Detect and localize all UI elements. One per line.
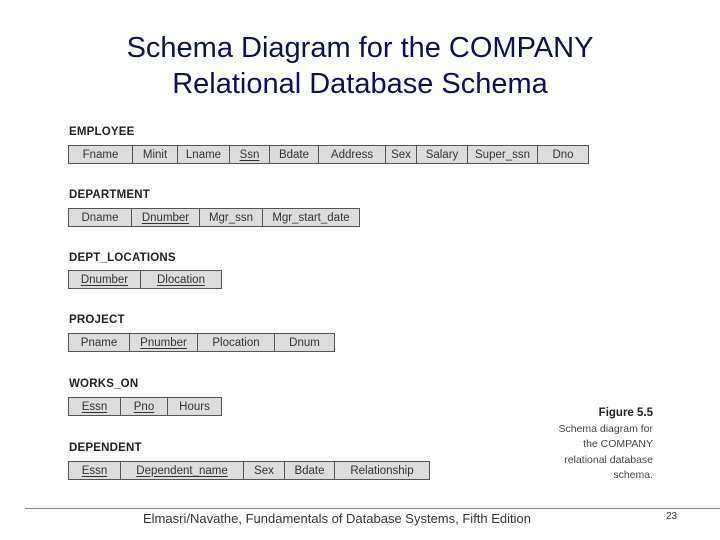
relation-project: Pname Pnumber Plocation Dnum [68, 333, 335, 352]
attribute-label: Pname [80, 336, 118, 349]
slide-title: Schema Diagram for the COMPANY Relationa… [0, 30, 720, 102]
attribute-label: Minit [142, 148, 168, 161]
relation-department: Dname Dnumber Mgr_ssn Mgr_start_date [68, 208, 360, 227]
attribute-sex: Sex [244, 462, 285, 479]
attribute-super-ssn: Super_ssn [468, 146, 538, 163]
attribute-label: Lname [185, 148, 222, 161]
caption-line: relational database [564, 453, 653, 466]
attribute-minit: Minit [133, 146, 178, 163]
attribute-bdate: Bdate [285, 462, 335, 479]
attribute-lname: Lname [178, 146, 230, 163]
attribute-label: Super_ssn [475, 148, 530, 161]
figure-label: Figure 5.5 [598, 407, 653, 419]
caption-line: the COMPANY [583, 438, 653, 450]
relation-dept-locations: Dnumber Dlocation [68, 270, 222, 289]
relation-name-works-on: WORKS_ON [69, 378, 139, 390]
attribute-label: Relationship [350, 464, 414, 477]
attribute-pnumber: Pnumber [130, 334, 198, 351]
footer-divider [25, 508, 720, 509]
attribute-fname: Fname [69, 146, 133, 163]
relation-name-dependent: DEPENDENT [69, 442, 142, 454]
attribute-label: Mgr_ssn [208, 211, 254, 224]
attribute-label: Dno [552, 148, 574, 161]
attribute-plocation: Plocation [198, 334, 275, 351]
attribute-dname: Dname [69, 209, 132, 226]
caption-line: schema. [613, 469, 653, 481]
primary-key-label: Pno [133, 400, 155, 413]
attribute-dlocation: Dlocation [141, 271, 221, 288]
attribute-label: Dname [81, 211, 119, 224]
primary-key-label: Dlocation [157, 273, 205, 286]
attribute-sex: Sex [386, 146, 417, 163]
attribute-label: Plocation [212, 336, 260, 349]
attribute-address: Address [319, 146, 386, 163]
attribute-ssn: Ssn [230, 146, 270, 163]
primary-key-label: Dnumber [141, 211, 190, 224]
attribute-mgr-ssn: Mgr_ssn [200, 209, 263, 226]
attribute-label: Sex [254, 464, 274, 477]
primary-key-label: Pnumber [140, 336, 187, 349]
attribute-essn: Essn [69, 398, 121, 415]
attribute-dnum: Dnum [275, 334, 334, 351]
attribute-dnumber: Dnumber [132, 209, 200, 226]
primary-key-label: Essn [81, 464, 108, 477]
primary-key-label: Dependent_name [136, 464, 228, 477]
attribute-relationship: Relationship [335, 462, 429, 479]
slide-title-line-2: Relational Database Schema [172, 68, 548, 100]
attribute-dno: Dno [538, 146, 588, 163]
primary-key-label: Dnumber [80, 273, 129, 286]
attribute-label: Dnum [289, 336, 320, 349]
relation-name-project: PROJECT [69, 314, 125, 326]
relation-name-dept-locations: DEPT_LOCATIONS [69, 252, 176, 264]
footer-citation: Elmasri/Navathe, Fundamentals of Databas… [143, 511, 532, 526]
attribute-mgr-start-date: Mgr_start_date [263, 209, 359, 226]
attribute-label: Fname [82, 148, 119, 161]
figure-caption: Figure 5.5 Schema diagram for the COMPAN… [558, 406, 653, 484]
attribute-label: Sex [391, 148, 411, 161]
attribute-label: Mgr_start_date [272, 211, 350, 224]
attribute-label: Hours [179, 400, 210, 413]
attribute-essn: Essn [69, 462, 121, 479]
attribute-label: Salary [425, 148, 459, 161]
attribute-label: Address [330, 148, 374, 161]
attribute-pno: Pno [121, 398, 168, 415]
attribute-pname: Pname [69, 334, 130, 351]
attribute-dnumber: Dnumber [69, 271, 141, 288]
primary-key-label: Essn [81, 400, 108, 413]
attribute-salary: Salary [417, 146, 468, 163]
attribute-hours: Hours [168, 398, 221, 415]
attribute-dependent-name: Dependent_name [121, 462, 244, 479]
slide-title-line-1: Schema Diagram for the COMPANY [126, 32, 594, 64]
page-number: 23 [666, 511, 678, 522]
primary-key-label: Ssn [239, 148, 260, 161]
attribute-label: Bdate [278, 148, 310, 161]
relation-name-employee: EMPLOYEE [69, 126, 135, 138]
relation-dependent: Essn Dependent_name Sex Bdate Relationship [68, 461, 430, 480]
attribute-bdate: Bdate [270, 146, 319, 163]
relation-name-department: DEPARTMENT [69, 189, 151, 201]
caption-line: Schema diagram for [558, 422, 653, 435]
relation-employee: Fname Minit Lname Ssn Bdate Address Sex Salary S… [68, 145, 589, 164]
attribute-label: Bdate [294, 464, 325, 477]
relation-works-on: Essn Pno Hours [68, 397, 222, 416]
